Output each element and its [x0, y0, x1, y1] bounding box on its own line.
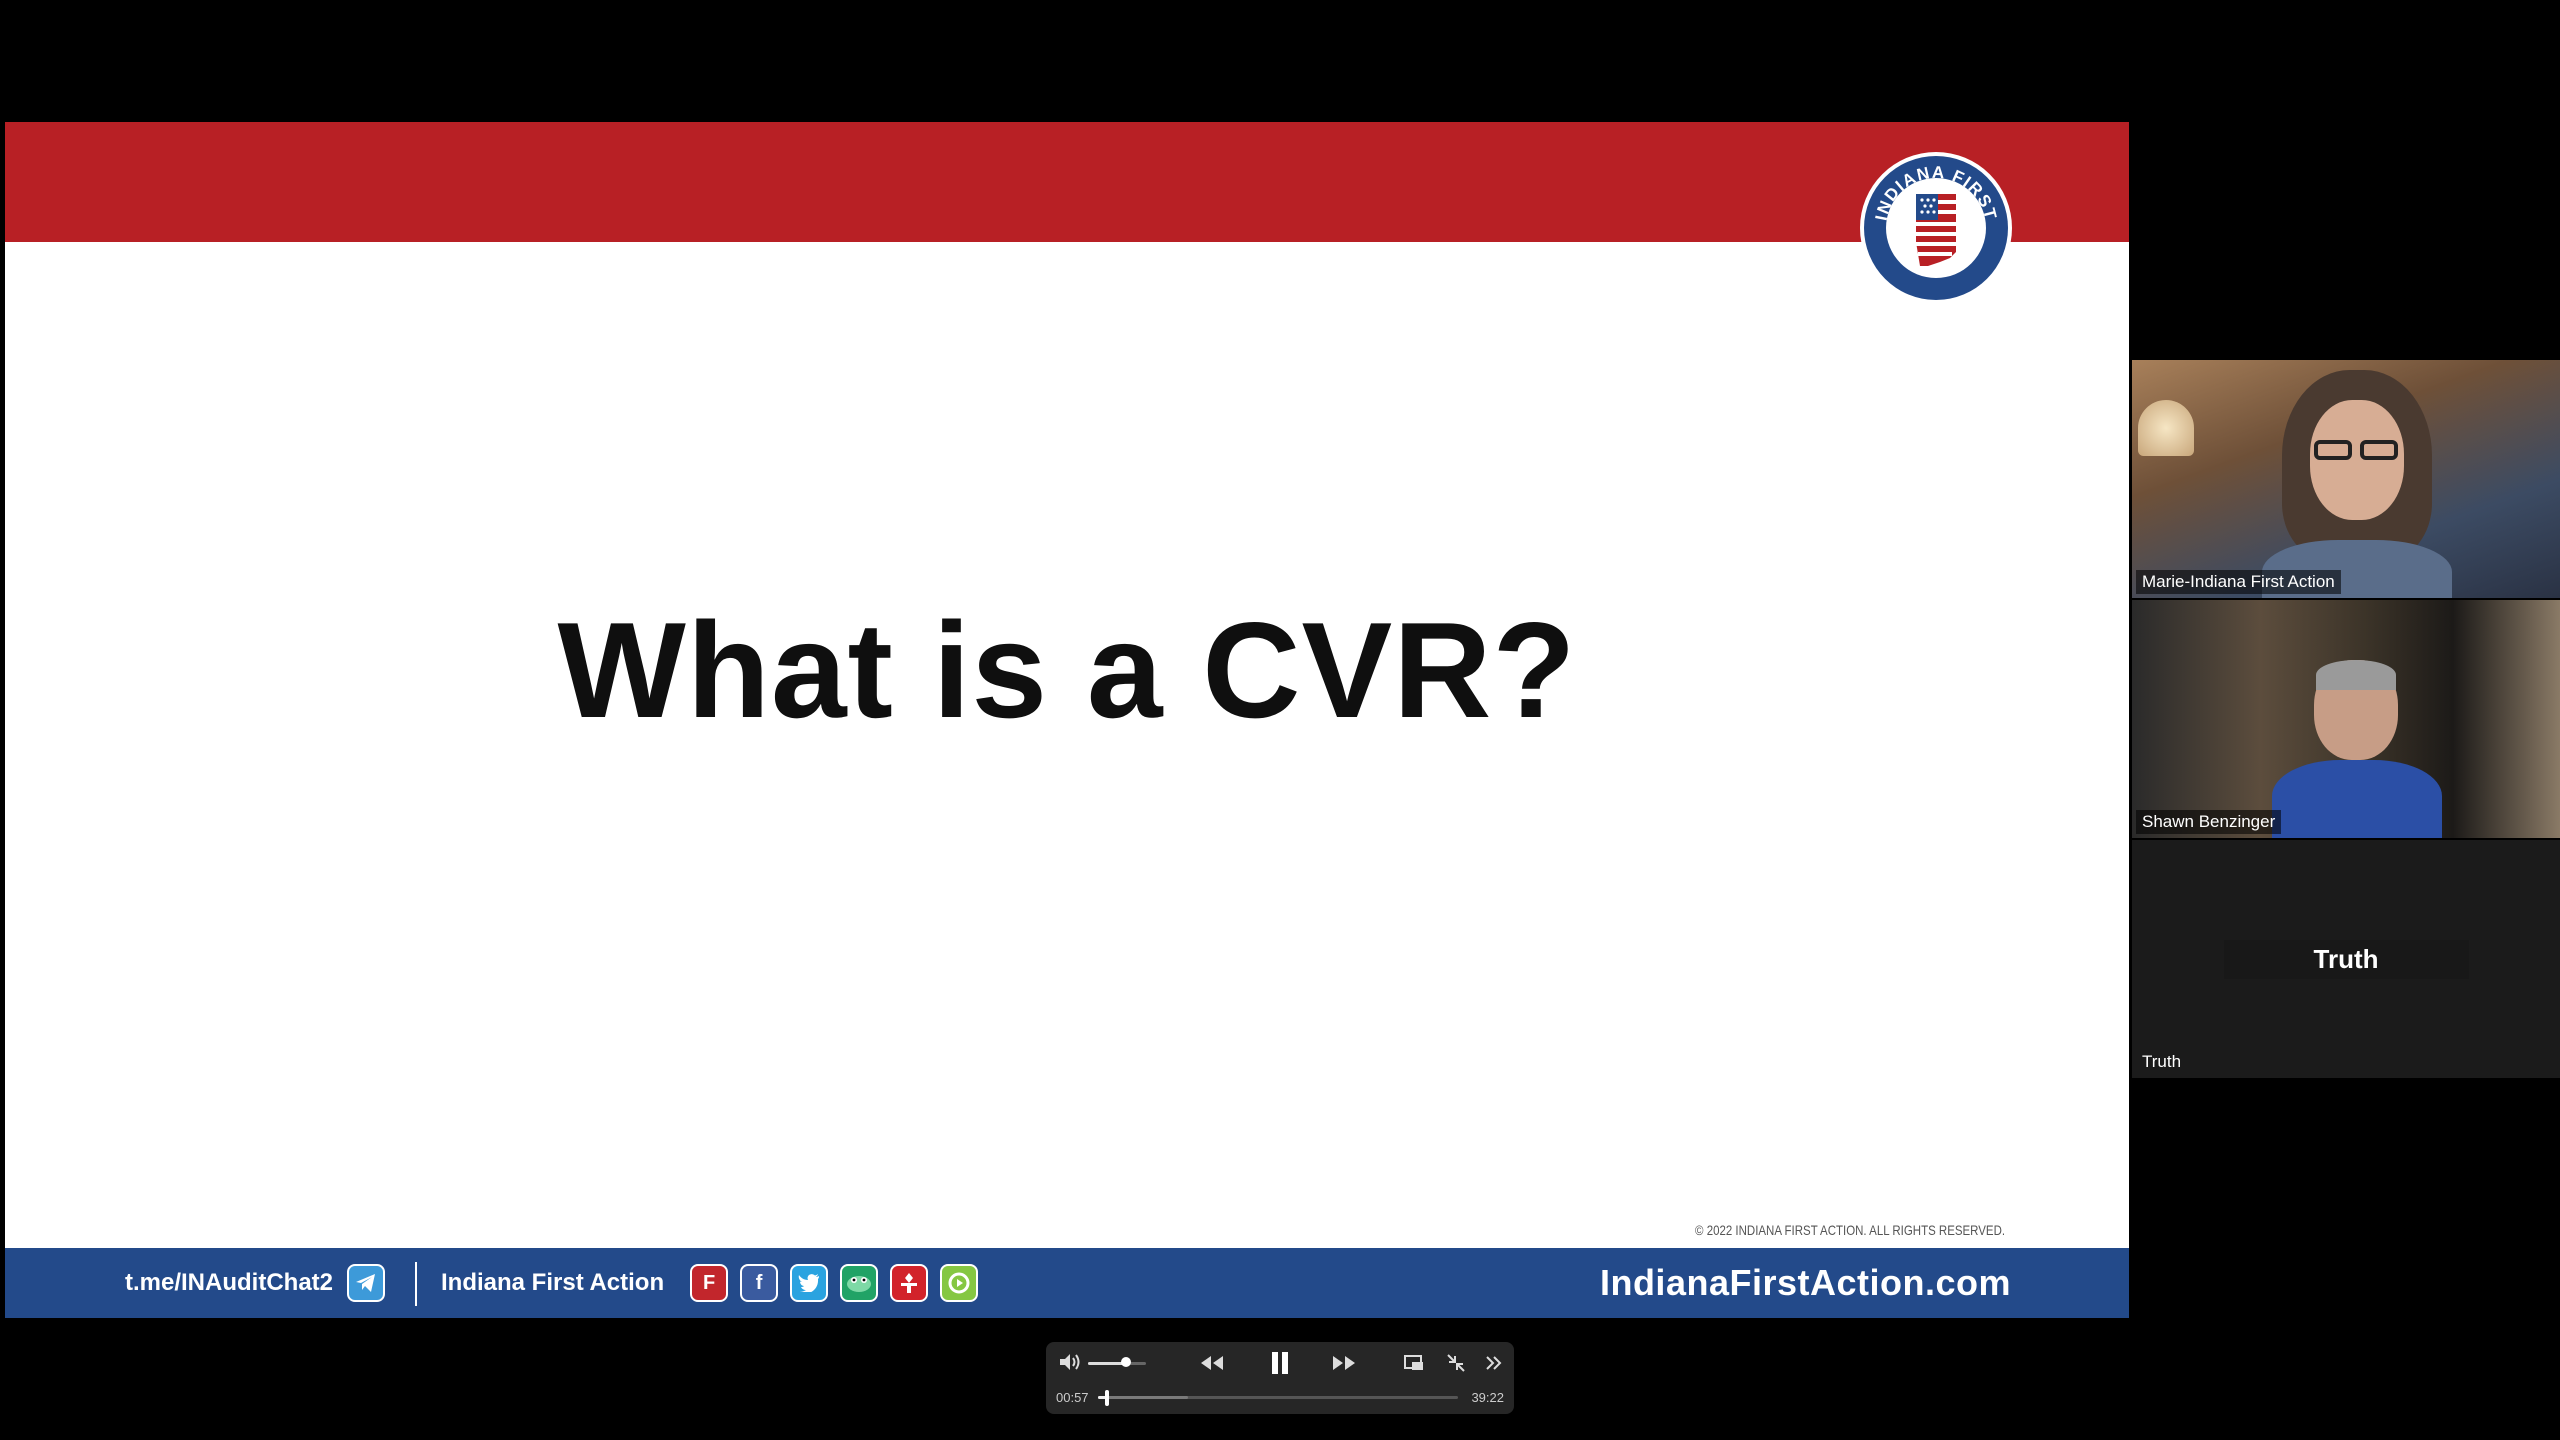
footer-org-name: Indiana First Action — [441, 1269, 665, 1296]
pause-icon — [1272, 1352, 1288, 1374]
participant-tile-marie[interactable]: Marie-Indiana First Action — [2132, 360, 2560, 598]
seek-handle[interactable] — [1104, 1390, 1109, 1406]
participant-name-label: Marie-Indiana First Action — [2136, 570, 2341, 594]
exit-fullscreen-icon — [1447, 1354, 1465, 1372]
social-icons: F f — [690, 1264, 979, 1302]
slide-copyright: © 2022 INDIANA FIRST ACTION. ALL RIGHTS … — [1694, 1222, 2005, 1238]
fast-forward-icon — [1333, 1356, 1355, 1370]
footer-telegram-group: t.me/INAuditChat2 — [125, 1248, 386, 1318]
frankspeech-icon: F — [690, 1264, 729, 1302]
seek-buffered — [1098, 1396, 1188, 1399]
gab-icon — [840, 1264, 879, 1302]
facebook-icon: f — [740, 1264, 779, 1302]
volume-icon[interactable] — [1058, 1352, 1084, 1372]
gettr-icon — [890, 1264, 929, 1302]
total-time: 39:22 — [1471, 1390, 1504, 1405]
participant-tile-truth[interactable]: Truth Truth — [2132, 840, 2560, 1078]
picture-in-picture-icon — [1404, 1355, 1423, 1370]
current-time: 00:57 — [1056, 1390, 1089, 1405]
rewind-icon — [1201, 1356, 1223, 1370]
participant-tile-shawn[interactable]: Shawn Benzinger — [2132, 600, 2560, 838]
participant-video-shawn — [2272, 660, 2452, 838]
footer-social-group: Indiana First Action F f — [441, 1248, 979, 1318]
presentation-slide: INDIANA FIRST ACTION What is a CVR? © 20… — [5, 122, 2129, 1318]
footer-website: IndianaFirstAction.com — [1599, 1262, 2011, 1303]
lamp-decoration — [2138, 400, 2194, 456]
telegram-icon — [347, 1264, 386, 1302]
volume-slider[interactable] — [1088, 1362, 1146, 1365]
slide-header-bar — [5, 122, 2129, 242]
exit-fullscreen-button[interactable] — [1442, 1350, 1470, 1376]
slide-footer-bar: t.me/INAuditChat2 Indiana First Action F… — [5, 1248, 2129, 1318]
volume-slider-handle[interactable] — [1120, 1357, 1131, 1367]
participant-name-label: Shawn Benzinger — [2136, 810, 2282, 834]
picture-in-picture-button[interactable] — [1400, 1350, 1428, 1376]
seek-bar[interactable] — [1098, 1396, 1458, 1399]
chevrons-right-icon — [1486, 1356, 1502, 1370]
participant-center-name: Truth — [2132, 940, 2560, 979]
more-options-button[interactable] — [1480, 1350, 1508, 1376]
participant-video-marie — [2252, 370, 2452, 598]
indiana-first-action-logo: INDIANA FIRST ACTION — [1860, 152, 2012, 304]
rewind-button[interactable] — [1198, 1350, 1226, 1376]
pause-button[interactable] — [1266, 1350, 1294, 1376]
twitter-icon — [790, 1264, 829, 1302]
footer-divider — [415, 1262, 417, 1306]
fast-forward-button[interactable] — [1330, 1350, 1358, 1376]
slide-title: What is a CVR? — [557, 594, 1577, 746]
telegram-link: t.me/INAuditChat2 — [125, 1269, 334, 1296]
meeting-recording-view: INDIANA FIRST ACTION What is a CVR? © 20… — [0, 0, 2560, 1440]
participant-name-label: Truth — [2142, 1052, 2182, 1071]
video-player-controls: 00:57 39:22 — [1046, 1342, 1514, 1414]
rumble-icon — [940, 1264, 979, 1302]
